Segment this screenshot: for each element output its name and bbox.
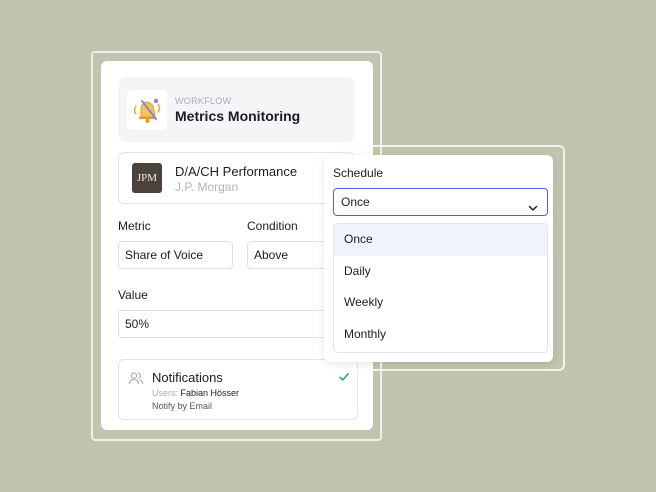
schedule-option-monthly[interactable]: Monthly xyxy=(334,319,547,351)
schedule-option-daily[interactable]: Daily xyxy=(334,256,547,288)
value-label: Value xyxy=(118,288,148,302)
metric-label: Metric xyxy=(118,219,151,233)
chevron-down-icon xyxy=(527,197,539,223)
notifications-title: Notifications xyxy=(152,370,223,385)
schedule-label: Schedule xyxy=(333,166,384,180)
users-icon xyxy=(128,370,144,391)
notifications-users-name: Fabian Hösser xyxy=(180,388,240,398)
condition-label: Condition xyxy=(247,219,298,233)
schedule-dropdown-menu: Once Daily Weekly Monthly xyxy=(333,223,548,353)
schedule-option-weekly[interactable]: Weekly xyxy=(334,287,547,319)
notifications-method: Notify by Email xyxy=(152,401,213,411)
company-logo: JPM xyxy=(132,163,162,193)
schedule-panel: Schedule Once Once Daily Weekly Monthly xyxy=(324,155,553,362)
workflow-overline: WORKFLOW xyxy=(175,96,232,106)
notifications-users-prefix: Users: xyxy=(152,388,179,398)
check-icon xyxy=(338,370,350,388)
schedule-selected-value: Once xyxy=(341,195,370,209)
company-name: D/A/CH Performance xyxy=(175,164,298,179)
schedule-option-once[interactable]: Once xyxy=(334,224,547,256)
workflow-title: Metrics Monitoring xyxy=(175,108,301,124)
notifications-users: Users: Fabian Hösser xyxy=(152,388,239,398)
bell-alarm-icon xyxy=(127,90,167,130)
workflow-header: WORKFLOW Metrics Monitoring xyxy=(118,77,355,142)
schedule-select[interactable]: Once xyxy=(333,188,548,216)
metric-select[interactable]: Share of Voice xyxy=(118,241,233,269)
company-subtitle: J.P. Morgan xyxy=(175,180,239,194)
